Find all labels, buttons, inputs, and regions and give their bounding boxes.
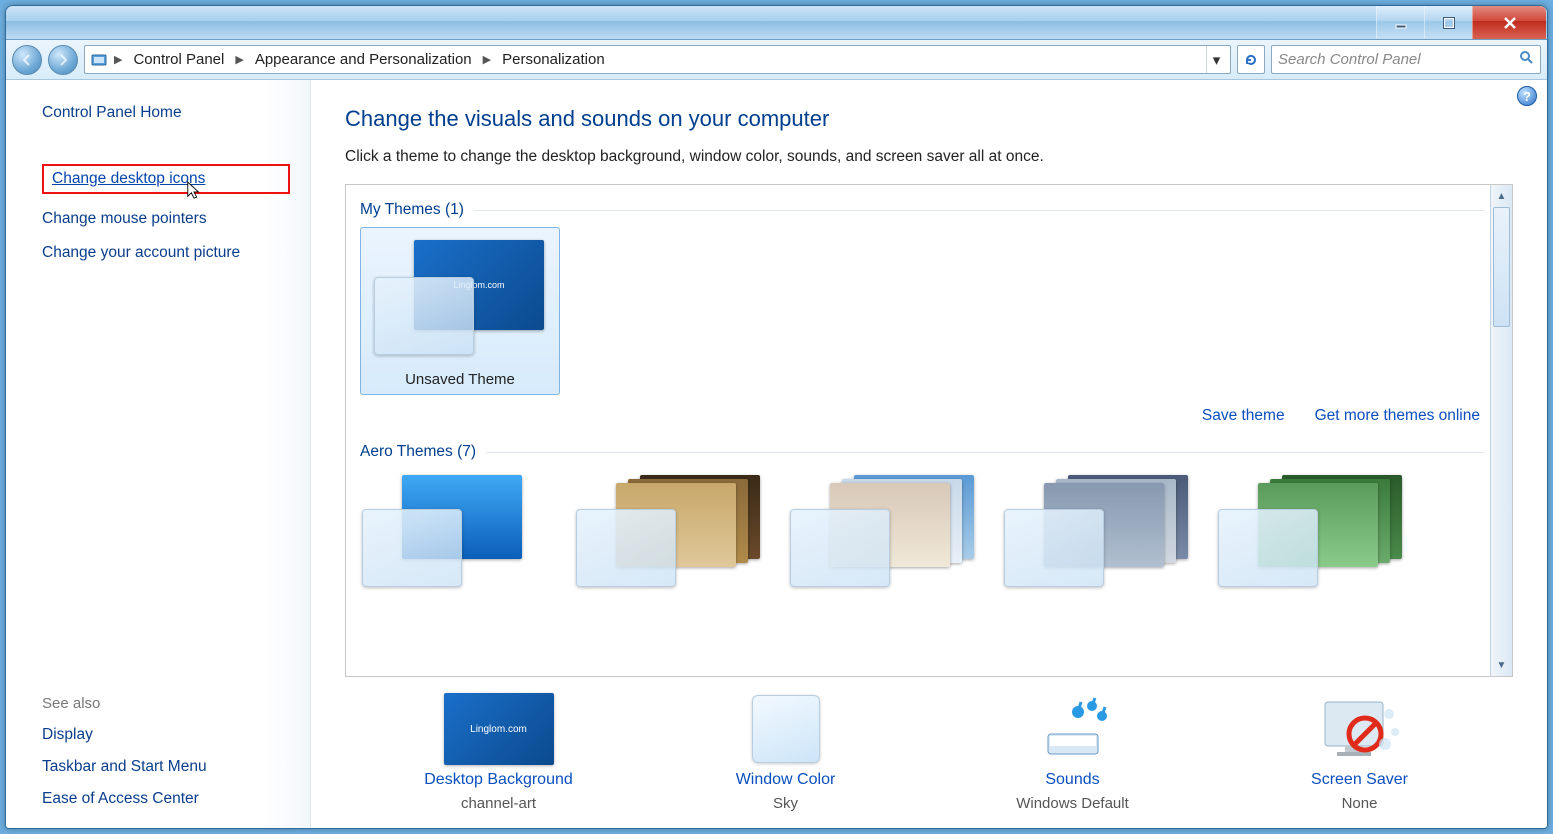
scroll-down-icon[interactable]: ▼ [1491, 654, 1512, 676]
scroll-up-icon[interactable]: ▲ [1491, 185, 1512, 207]
sidebar-home-link[interactable]: Control Panel Home [42, 104, 290, 122]
window-preview-icon [362, 509, 462, 587]
window-preview-icon [1218, 509, 1318, 587]
sidebar-desktop-icons-link[interactable]: Change desktop icons [52, 170, 205, 187]
breadcrumb-separator-icon: ▶ [235, 53, 243, 66]
aero-theme-item[interactable] [788, 469, 988, 589]
control-panel-icon [89, 50, 109, 70]
setting-value: channel-art [461, 795, 536, 812]
theme-thumbnail: Linglom.com [370, 234, 550, 359]
sidebar-account-picture-link[interactable]: Change your account picture [42, 244, 290, 262]
sidebar: Control Panel Home Change desktop icons … [6, 80, 311, 828]
scroll-thumb[interactable] [1493, 207, 1510, 327]
theme-label: Unsaved Theme [405, 371, 515, 388]
sounds-button[interactable]: Sounds Windows Default [963, 693, 1183, 812]
search-input[interactable] [1278, 51, 1518, 68]
refresh-button[interactable] [1237, 45, 1265, 74]
breadcrumb-control-panel[interactable]: Control Panel [127, 49, 230, 70]
minimize-button[interactable] [1376, 6, 1424, 39]
sidebar-mouse-pointers-link[interactable]: Change mouse pointers [42, 210, 290, 228]
search-icon [1518, 49, 1534, 70]
get-more-themes-link[interactable]: Get more themes online [1315, 407, 1480, 425]
breadcrumb-separator-icon: ▶ [114, 53, 122, 66]
desktop-background-icon: Linglom.com [444, 693, 554, 765]
sidebar-ease-link[interactable]: Ease of Access Center [42, 790, 290, 808]
window-preview-icon [374, 277, 474, 355]
setting-value: None [1342, 795, 1378, 812]
aero-theme-item[interactable] [360, 469, 560, 589]
see-also-header: See also [42, 695, 290, 712]
maximize-button[interactable] [1424, 6, 1472, 39]
breadcrumb-separator-icon: ▶ [483, 53, 491, 66]
screen-saver-icon [1305, 693, 1415, 765]
setting-value: Sky [773, 795, 798, 812]
setting-label: Screen Saver [1311, 771, 1408, 789]
breadcrumb-appearance[interactable]: Appearance and Personalization [249, 49, 478, 70]
sidebar-taskbar-link[interactable]: Taskbar and Start Menu [42, 758, 290, 776]
aero-theme-item[interactable] [1002, 469, 1202, 589]
page-subtitle: Click a theme to change the desktop back… [345, 148, 1513, 166]
window-preview-icon [1004, 509, 1104, 587]
save-theme-link[interactable]: Save theme [1202, 407, 1285, 425]
desktop-background-button[interactable]: Linglom.com Desktop Background channel-a… [389, 693, 609, 812]
explorer-window: ▶ Control Panel ▶ Appearance and Persona… [5, 5, 1548, 829]
my-themes-header: My Themes (1) [360, 201, 1484, 219]
page-title: Change the visuals and sounds on your co… [345, 106, 1513, 132]
screen-saver-button[interactable]: Screen Saver None [1250, 693, 1470, 812]
window-color-button[interactable]: Window Color Sky [676, 693, 896, 812]
aero-themes-header: Aero Themes (7) [360, 443, 1484, 461]
main-content: ? Change the visuals and sounds on your … [311, 80, 1547, 828]
window-body: Control Panel Home Change desktop icons … [6, 80, 1547, 828]
search-box[interactable] [1271, 45, 1541, 74]
address-dropdown-icon[interactable]: ▾ [1206, 46, 1226, 73]
sidebar-display-link[interactable]: Display [42, 726, 290, 744]
annotation-highlight: Change desktop icons [42, 164, 290, 194]
back-button[interactable] [12, 45, 42, 75]
help-button[interactable]: ? [1517, 86, 1537, 106]
setting-label: Desktop Background [424, 771, 573, 789]
settings-row: Linglom.com Desktop Background channel-a… [345, 677, 1513, 818]
address-bar[interactable]: ▶ Control Panel ▶ Appearance and Persona… [84, 45, 1231, 74]
setting-value: Windows Default [1016, 795, 1129, 812]
sounds-icon [1018, 693, 1128, 765]
setting-label: Sounds [1045, 771, 1099, 789]
theme-item-unsaved[interactable]: Linglom.com Unsaved Theme [360, 227, 560, 395]
window-color-icon [731, 693, 841, 765]
aero-theme-item[interactable] [574, 469, 774, 589]
scrollbar[interactable]: ▲ ▼ [1490, 185, 1512, 676]
window-preview-icon [576, 509, 676, 587]
themes-panel: ▲ ▼ My Themes (1) Linglom.com Unsaved Th… [345, 184, 1513, 677]
setting-label: Window Color [736, 771, 836, 789]
window-preview-icon [790, 509, 890, 587]
close-button[interactable] [1472, 6, 1546, 39]
breadcrumb-personalization[interactable]: Personalization [496, 49, 611, 70]
forward-button[interactable] [48, 45, 78, 75]
titlebar [6, 6, 1547, 40]
navigation-toolbar: ▶ Control Panel ▶ Appearance and Persona… [6, 40, 1547, 80]
aero-theme-item[interactable] [1216, 469, 1416, 589]
